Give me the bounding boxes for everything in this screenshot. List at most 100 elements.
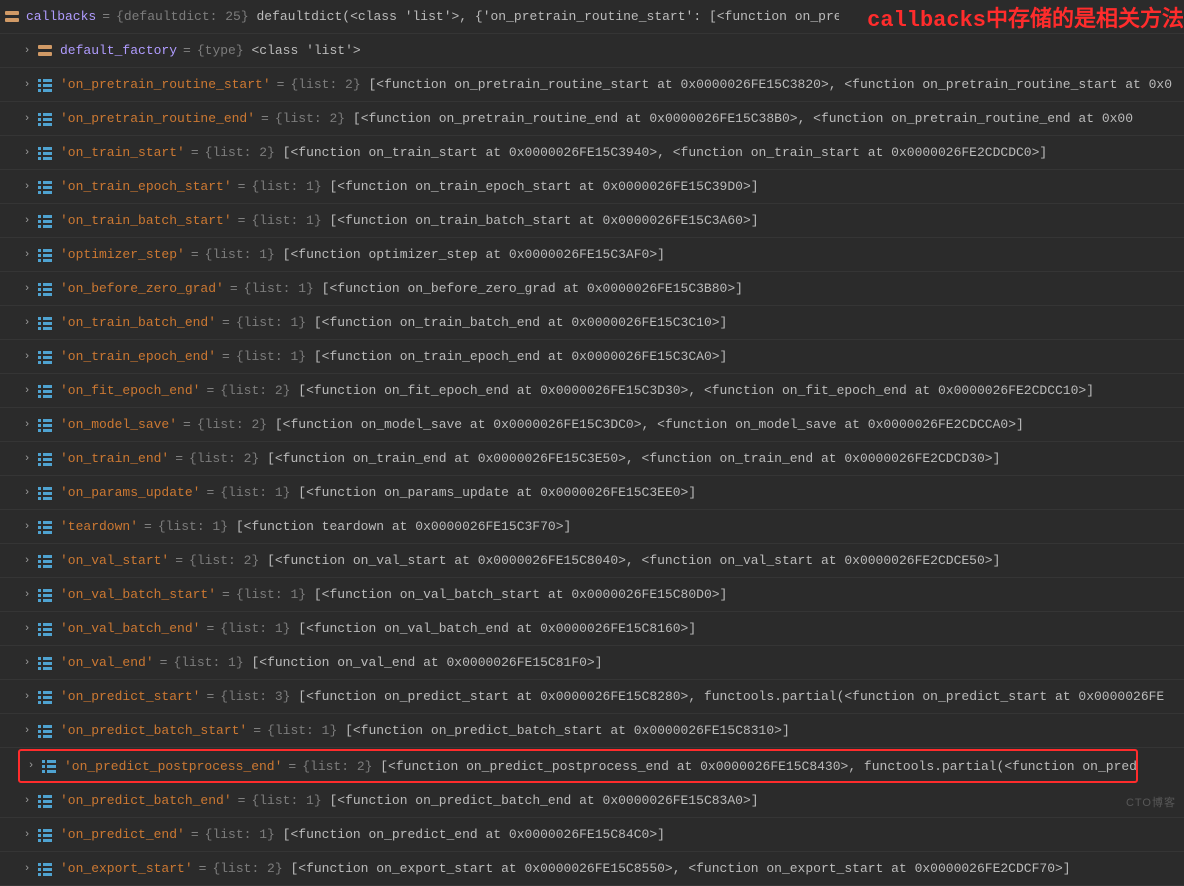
expand-chevron-icon[interactable]: › bbox=[20, 622, 34, 636]
expand-chevron-icon[interactable]: › bbox=[20, 794, 34, 808]
expand-chevron-icon[interactable]: › bbox=[20, 44, 34, 58]
debug-row-item[interactable]: › 'on_model_save'={list: 2} [<function o… bbox=[0, 408, 1184, 442]
debug-row-item[interactable]: › 'on_before_zero_grad'={list: 1} [<func… bbox=[0, 272, 1184, 306]
expand-chevron-icon[interactable]: › bbox=[20, 486, 34, 500]
var-type: {list: 1} bbox=[251, 179, 321, 194]
dict-key: 'on_export_start' bbox=[60, 861, 193, 876]
dict-key: 'on_train_batch_start' bbox=[60, 213, 232, 228]
equals: = bbox=[206, 621, 214, 636]
list-icon bbox=[36, 518, 54, 536]
list-icon bbox=[36, 314, 54, 332]
annotation-text: callbacks中存储的是相关方法 bbox=[867, 1, 1184, 33]
expand-chevron-icon[interactable]: › bbox=[20, 316, 34, 330]
debug-row-item[interactable]: › 'on_train_batch_start'={list: 1} [<fun… bbox=[0, 204, 1184, 238]
var-value: defaultdict(<class 'list'>, {'on_pretrai… bbox=[256, 9, 839, 24]
var-value: [<function on_train_start at 0x0000026FE… bbox=[283, 145, 1048, 160]
expand-chevron-icon[interactable]: › bbox=[20, 78, 34, 92]
expand-chevron-icon[interactable]: › bbox=[20, 146, 34, 160]
debug-row-item[interactable]: › 'on_train_start'={list: 2} [<function … bbox=[0, 136, 1184, 170]
var-type: {list: 1} bbox=[244, 281, 314, 296]
var-type: {list: 1} bbox=[173, 655, 243, 670]
expand-chevron-icon[interactable]: › bbox=[20, 724, 34, 738]
debug-row-item[interactable]: › 'optimizer_step'={list: 1} [<function … bbox=[0, 238, 1184, 272]
var-type: {list: 1} bbox=[205, 827, 275, 842]
expand-chevron-icon[interactable]: › bbox=[20, 350, 34, 364]
debug-row-item[interactable]: › 'on_train_end'={list: 2} [<function on… bbox=[0, 442, 1184, 476]
debug-row-item[interactable]: › 'on_val_batch_start'={list: 1} [<funct… bbox=[0, 578, 1184, 612]
dict-key: 'on_predict_batch_end' bbox=[60, 793, 232, 808]
dict-key: 'on_pretrain_routine_end' bbox=[60, 111, 255, 126]
debug-row-item[interactable]: › 'on_pretrain_routine_start'={list: 2} … bbox=[0, 68, 1184, 102]
debug-row-default-factory[interactable]: › default_factory = {type} <class 'list'… bbox=[0, 34, 1184, 68]
var-name: callbacks bbox=[26, 9, 96, 24]
equals: = bbox=[102, 9, 110, 24]
expand-chevron-icon[interactable]: › bbox=[20, 452, 34, 466]
expand-chevron-icon[interactable]: › bbox=[20, 588, 34, 602]
expand-chevron-icon[interactable]: › bbox=[20, 418, 34, 432]
dict-key: 'on_before_zero_grad' bbox=[60, 281, 224, 296]
debug-row-item[interactable]: › 'on_train_batch_end'={list: 1} [<funct… bbox=[0, 306, 1184, 340]
equals: = bbox=[160, 655, 168, 670]
list-icon bbox=[36, 654, 54, 672]
expand-chevron-icon[interactable]: › bbox=[20, 828, 34, 842]
expand-chevron-icon[interactable]: › bbox=[20, 112, 34, 126]
list-icon bbox=[36, 826, 54, 844]
equals: = bbox=[191, 247, 199, 262]
expand-chevron-icon[interactable]: › bbox=[20, 384, 34, 398]
debug-row-item[interactable]: › 'on_predict_end'={list: 1} [<function … bbox=[0, 818, 1184, 852]
debug-row-item[interactable]: › 'on_export_start'={list: 2} [<function… bbox=[0, 852, 1184, 886]
debug-row-item[interactable]: › 'on_val_start'={list: 2} [<function on… bbox=[0, 544, 1184, 578]
expand-chevron-icon[interactable]: › bbox=[20, 214, 34, 228]
debug-row-item[interactable]: › 'on_val_end'={list: 1} [<function on_v… bbox=[0, 646, 1184, 680]
list-icon bbox=[36, 110, 54, 128]
expand-chevron-icon[interactable]: › bbox=[20, 520, 34, 534]
var-value: [<function on_predict_start at 0x0000026… bbox=[298, 689, 1164, 704]
debug-row-item[interactable]: › 'on_params_update'={list: 1} [<functio… bbox=[0, 476, 1184, 510]
dict-key: 'on_fit_epoch_end' bbox=[60, 383, 200, 398]
debug-row-item[interactable]: › 'on_predict_postprocess_end'={list: 2}… bbox=[18, 749, 1138, 783]
var-type: {defaultdict: 25} bbox=[116, 9, 249, 24]
dict-key: 'on_train_end' bbox=[60, 451, 169, 466]
list-icon bbox=[36, 792, 54, 810]
debug-row-item[interactable]: › 'on_pretrain_routine_end'={list: 2} [<… bbox=[0, 102, 1184, 136]
expand-chevron-icon[interactable]: › bbox=[20, 554, 34, 568]
debug-row-root[interactable]: callbacks = {defaultdict: 25} defaultdic… bbox=[0, 0, 1184, 34]
debug-row-item[interactable]: › 'on_val_batch_end'={list: 1} [<functio… bbox=[0, 612, 1184, 646]
debug-row-item[interactable]: › 'on_train_epoch_end'={list: 1} [<funct… bbox=[0, 340, 1184, 374]
equals: = bbox=[191, 827, 199, 842]
expand-chevron-icon[interactable]: › bbox=[24, 759, 38, 773]
equals: = bbox=[238, 213, 246, 228]
var-value: [<function on_train_batch_start at 0x000… bbox=[329, 213, 758, 228]
list-icon bbox=[36, 416, 54, 434]
debug-row-item[interactable]: › 'on_train_epoch_start'={list: 1} [<fun… bbox=[0, 170, 1184, 204]
debug-row-item[interactable]: › 'on_predict_batch_end'={list: 1} [<fun… bbox=[0, 784, 1184, 818]
var-value: [<function on_val_batch_end at 0x0000026… bbox=[298, 621, 696, 636]
expand-chevron-icon[interactable]: › bbox=[20, 656, 34, 670]
var-type: {list: 2} bbox=[302, 759, 372, 774]
debug-row-item[interactable]: › 'on_fit_epoch_end'={list: 2} [<functio… bbox=[0, 374, 1184, 408]
var-value: [<function teardown at 0x0000026FE15C3F7… bbox=[236, 519, 571, 534]
list-icon bbox=[36, 484, 54, 502]
var-value: [<function on_predict_batch_end at 0x000… bbox=[329, 793, 758, 808]
list-icon bbox=[36, 144, 54, 162]
debug-row-item[interactable]: › 'teardown'={list: 1} [<function teardo… bbox=[0, 510, 1184, 544]
dict-key: 'on_predict_batch_start' bbox=[60, 723, 247, 738]
var-value: [<function on_train_end at 0x0000026FE15… bbox=[267, 451, 1000, 466]
dict-key: 'on_model_save' bbox=[60, 417, 177, 432]
dict-key: 'on_predict_start' bbox=[60, 689, 200, 704]
var-value: [<function on_train_epoch_start at 0x000… bbox=[329, 179, 758, 194]
var-value: [<function on_predict_batch_start at 0x0… bbox=[345, 723, 790, 738]
list-icon bbox=[36, 382, 54, 400]
list-icon bbox=[36, 246, 54, 264]
expand-chevron-icon[interactable]: › bbox=[20, 248, 34, 262]
list-icon bbox=[36, 860, 54, 878]
var-value: [<function on_val_start at 0x0000026FE15… bbox=[267, 553, 1000, 568]
debug-row-item[interactable]: › 'on_predict_batch_start'={list: 1} [<f… bbox=[0, 714, 1184, 748]
dict-key: 'on_train_epoch_start' bbox=[60, 179, 232, 194]
expand-chevron-icon[interactable]: › bbox=[20, 282, 34, 296]
expand-chevron-icon[interactable]: › bbox=[20, 180, 34, 194]
var-type: {list: 1} bbox=[158, 519, 228, 534]
expand-chevron-icon[interactable]: › bbox=[20, 862, 34, 876]
debug-row-item[interactable]: › 'on_predict_start'={list: 3} [<functio… bbox=[0, 680, 1184, 714]
expand-chevron-icon[interactable]: › bbox=[20, 690, 34, 704]
